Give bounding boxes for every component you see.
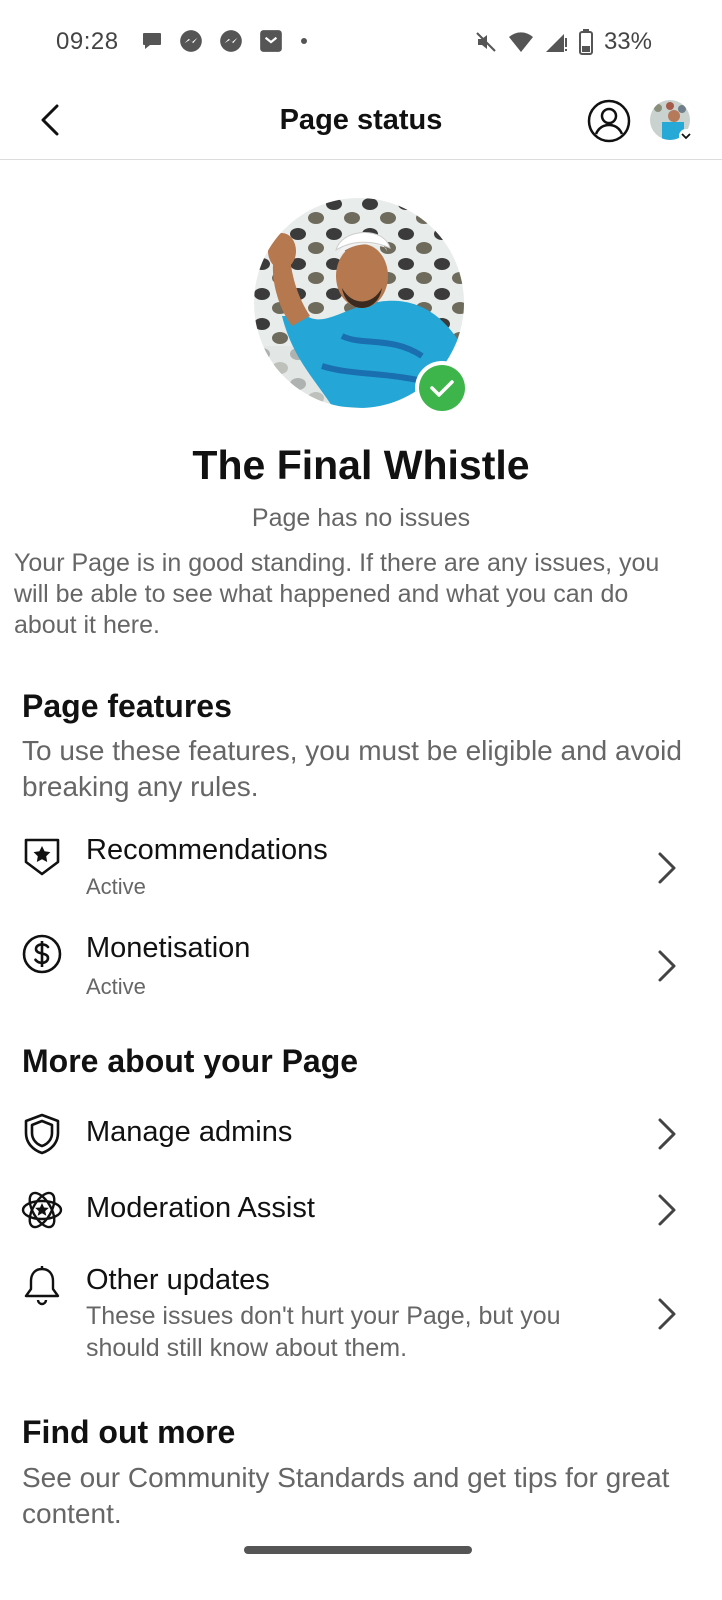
more-notifications-icon: [301, 38, 307, 44]
mute-icon: [476, 32, 496, 52]
checkmark-icon: [415, 361, 469, 415]
wifi-icon: [508, 32, 533, 52]
messenger-icon: [180, 30, 202, 52]
row-title: Monetisation: [86, 932, 251, 964]
recommendations-row[interactable]: Recommendations Active: [0, 826, 722, 910]
other-updates-row[interactable]: Other updates These issues don't hurt yo…: [0, 1262, 722, 1372]
chevron-right-icon: [658, 1194, 676, 1226]
row-title: Other updates: [86, 1264, 270, 1296]
home-indicator[interactable]: [244, 1546, 472, 1554]
signal-icon: [545, 34, 567, 52]
shield-star-icon: [24, 838, 60, 876]
page-issue-status: Page has no issues: [251, 504, 471, 532]
find-out-more-description[interactable]: See our Community Standards and get tips…: [22, 1460, 702, 1526]
shield-icon: [24, 1113, 60, 1155]
verified-badge: [414, 360, 470, 416]
inbox-icon: [260, 30, 282, 52]
moderation-atom-icon: [21, 1191, 63, 1229]
profile-button[interactable]: [586, 98, 632, 144]
chevron-right-icon: [658, 852, 676, 884]
system-indicators: 33%: [474, 28, 652, 56]
moderation-assist-row[interactable]: Moderation Assist: [0, 1180, 722, 1240]
row-status: Active: [86, 874, 146, 899]
battery-icon: [578, 29, 593, 55]
dollar-circle-icon: [22, 934, 62, 974]
row-title: Manage admins: [86, 1116, 293, 1148]
standing-description: Your Page is in good standing. If there …: [14, 549, 660, 639]
chat-bubble-icon: [143, 33, 161, 49]
notification-icons: [140, 28, 310, 54]
bell-icon: [24, 1266, 60, 1306]
monetisation-row[interactable]: Monetisation Active: [0, 926, 722, 1010]
messenger-icon: [220, 30, 242, 52]
row-description: These issues don't hurt your Page, but y…: [86, 1302, 561, 1362]
page-name: The Final Whistle: [192, 442, 530, 488]
chevron-right-icon: [658, 1118, 676, 1150]
find-out-more-heading: Find out more: [22, 1414, 236, 1450]
page-avatar-thumbnail: [650, 100, 693, 143]
app-header: Page status: [0, 84, 722, 160]
manage-admins-row[interactable]: Manage admins: [0, 1104, 722, 1164]
page-features-description: To use these features, you must be eligi…: [22, 735, 682, 802]
more-about-heading: More about your Page: [22, 1043, 359, 1079]
profile-icon: [587, 99, 631, 143]
chevron-right-icon: [658, 1298, 676, 1330]
page-switcher-avatar[interactable]: [650, 100, 694, 144]
row-status: Active: [86, 974, 146, 999]
page-features-heading: Page features: [22, 688, 232, 724]
chevron-right-icon: [658, 950, 676, 982]
status-bar: 09:28 33%: [0, 0, 722, 84]
row-title: Moderation Assist: [86, 1192, 315, 1224]
battery-percent: 33%: [603, 28, 652, 55]
status-time: 09:28: [56, 28, 119, 55]
row-title: Recommendations: [86, 834, 328, 866]
